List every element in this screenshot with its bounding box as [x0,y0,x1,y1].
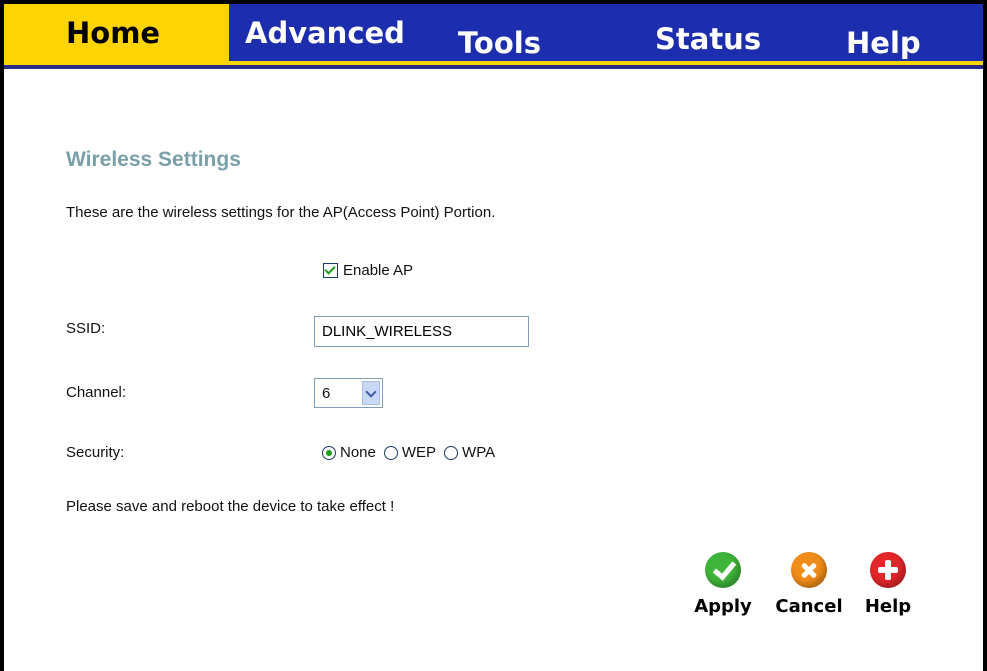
tab-advanced-label: Advanced [245,16,405,50]
close-icon [791,552,827,588]
enable-ap-label: Enable AP [343,262,414,279]
enable-ap-control[interactable]: Enable AP [323,262,413,279]
tab-status[interactable]: Status [623,4,822,61]
apply-label: Apply [694,596,752,617]
plus-icon [870,552,906,588]
tab-help[interactable]: Help [822,4,983,61]
tab-home[interactable]: Home [4,4,229,61]
page-description: These are the wireless settings for the … [66,204,496,221]
help-button[interactable]: Help [860,552,916,617]
radio-none[interactable] [322,445,336,460]
ssid-input[interactable]: DLINK_WIRELESS [314,316,529,347]
checkmark-icon [705,552,741,588]
security-option-none[interactable]: None [322,444,376,461]
security-label: Security: [66,444,125,461]
security-option-wep[interactable]: WEP [383,444,437,461]
reboot-note: Please save and reboot the device to tak… [66,498,395,515]
cancel-button[interactable]: Cancel [771,552,847,617]
tab-help-label: Help [846,26,921,60]
top-navigation: Home Advanced Tools Status Help [4,4,983,69]
channel-select[interactable]: 6 [314,378,383,408]
radio-wep-label: WEP [401,444,437,461]
help-label: Help [864,596,912,617]
security-radio-group: None WEP WPA [322,444,503,461]
radio-wep[interactable] [383,445,398,460]
tab-tools-label: Tools [458,26,541,60]
ssid-label: SSID: [66,320,106,337]
chevron-down-icon[interactable] [362,381,380,405]
channel-value: 6 [322,385,331,402]
tab-home-label: Home [66,16,161,50]
enable-ap-checkbox[interactable] [323,263,338,278]
radio-none-label: None [340,444,376,461]
channel-label: Channel: [66,384,127,401]
apply-button[interactable]: Apply [690,552,756,617]
radio-wpa[interactable] [444,445,459,460]
tab-tools[interactable]: Tools [430,4,623,61]
tab-advanced[interactable]: Advanced [229,4,430,61]
tab-status-label: Status [655,22,762,56]
cancel-label: Cancel [775,596,843,617]
page-title: Wireless Settings [66,148,241,171]
radio-wpa-label: WPA [462,444,496,461]
security-option-wpa[interactable]: WPA [444,444,495,461]
